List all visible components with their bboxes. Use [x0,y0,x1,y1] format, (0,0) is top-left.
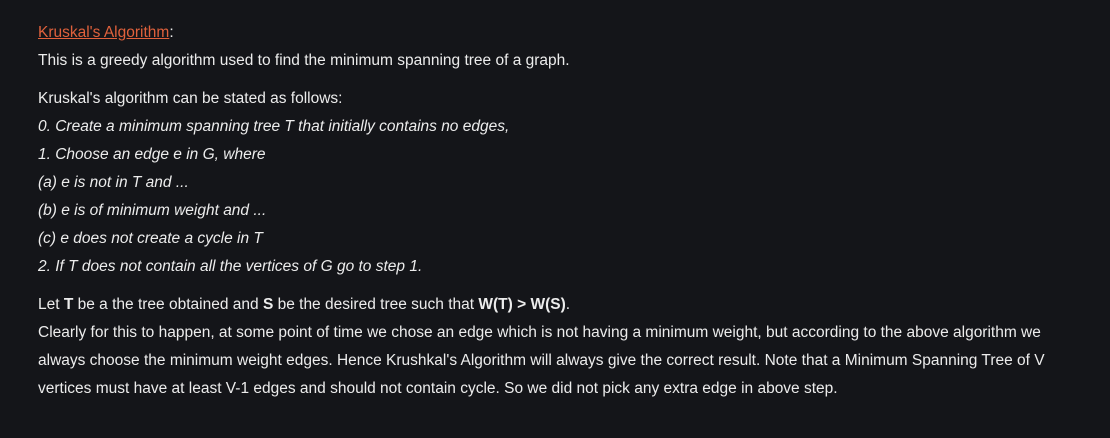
algorithm-paragraph: Kruskal's algorithm can be stated as fol… [38,85,1068,281]
intro-paragraph: Kruskal's Algorithm: This is a greedy al… [38,19,1068,75]
proof-statement: Let T be a the tree obtained and S be th… [38,291,1068,319]
proof-body: Clearly for this to happen, at some poin… [38,324,1045,397]
step-1b: (b) e is of minimum weight and ... [38,202,267,219]
kruskal-link[interactable]: Kruskal's Algorithm [38,24,169,41]
proof-text: Let [38,296,64,313]
step-1: 1. Choose an edge e in G, where [38,146,266,163]
step-1a: (a) e is not in T and ... [38,174,189,191]
title-line: Kruskal's Algorithm: [38,19,1068,47]
tree-s: S [262,296,274,313]
weight-condition: W(T) > W(S) [478,296,566,313]
title-colon: : [169,24,174,41]
article: Kruskal's Algorithm: This is a greedy al… [38,19,1068,413]
step-0: 0. Create a minimum spanning tree T that… [38,118,510,135]
proof-text: be the desired tree such that [273,296,479,313]
step-2: 2. If T does not contain all the vertice… [38,258,423,275]
statement-heading: Kruskal's algorithm can be stated as fol… [38,90,343,107]
proof-text: . [565,296,571,313]
proof-paragraph: Let T be a the tree obtained and S be th… [38,291,1068,403]
proof-text: be a the tree obtained and [73,296,263,313]
tree-t: T [63,296,74,313]
step-1c: (c) e does not create a cycle in T [38,230,263,247]
intro-text: This is a greedy algorithm used to find … [38,52,570,69]
